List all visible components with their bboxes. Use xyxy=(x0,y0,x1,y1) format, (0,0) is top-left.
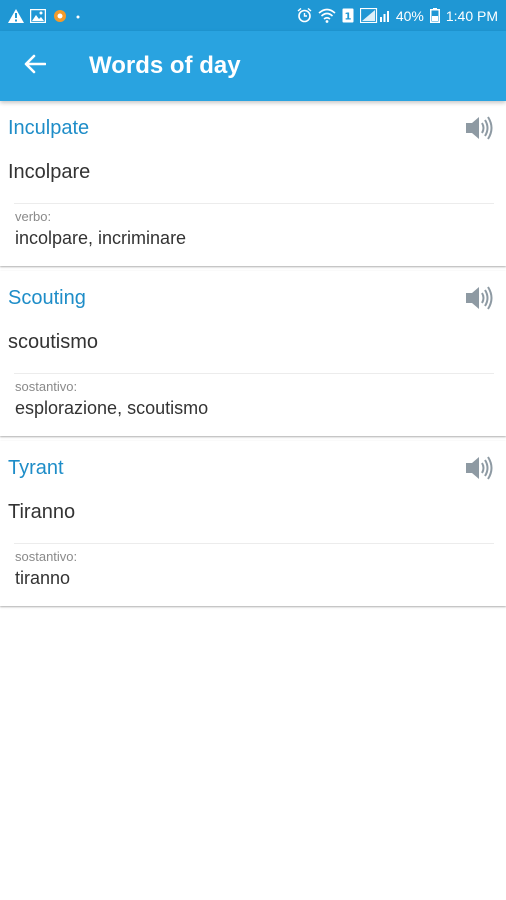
word-title: Tyrant xyxy=(8,457,64,479)
svg-text:1: 1 xyxy=(344,12,351,23)
warning-icon xyxy=(8,8,24,23)
part-of-speech: verbo: xyxy=(15,209,52,224)
page-title: Words of day xyxy=(89,52,241,79)
speaker-icon xyxy=(464,286,494,315)
divider xyxy=(14,543,494,544)
word-translation: scoutismo xyxy=(8,331,99,353)
part-of-speech: sostantivo: xyxy=(15,549,78,564)
word-card[interactable]: Tyrant Tiranno sostantivo: tiranno xyxy=(0,441,506,606)
status-right: 1 40% 1:40 PM xyxy=(297,8,498,24)
back-button[interactable] xyxy=(0,31,70,101)
word-translation: Incolpare xyxy=(8,161,91,183)
word-translation: Tiranno xyxy=(8,501,76,523)
status-bar: 1 40% 1:40 PM xyxy=(0,0,506,31)
app-bar: Words of day xyxy=(0,31,506,101)
image-icon xyxy=(30,8,46,23)
battery-icon xyxy=(429,8,440,23)
battery-percent: 40% xyxy=(395,7,424,24)
speaker-button[interactable] xyxy=(464,115,494,141)
part-of-speech: sostantivo: xyxy=(15,379,78,394)
divider xyxy=(14,373,494,374)
word-list: Inculpate Incolpare verbo: incolpare, in… xyxy=(0,101,506,606)
word-card[interactable]: Inculpate Incolpare verbo: incolpare, in… xyxy=(0,101,506,266)
divider xyxy=(14,203,494,204)
word-title: Scouting xyxy=(8,287,86,309)
clock: 1:40 PM xyxy=(445,7,498,24)
word-title: Inculpate xyxy=(8,117,90,139)
word-meanings: incolpare, incriminare xyxy=(15,228,187,248)
wifi-icon xyxy=(318,8,336,23)
word-meanings: esplorazione, scoutismo xyxy=(15,398,209,418)
app-notification-icon xyxy=(52,9,68,23)
speaker-icon xyxy=(464,456,494,485)
speaker-button[interactable] xyxy=(464,285,494,311)
signal-icon xyxy=(359,8,390,23)
sim-icon: 1 xyxy=(342,8,354,23)
dot-icon xyxy=(74,9,82,23)
word-card[interactable]: Scouting scoutismo sostantivo: esplorazi… xyxy=(0,271,506,436)
arrow-left-icon xyxy=(24,54,47,79)
speaker-button[interactable] xyxy=(464,455,494,481)
status-left-icons xyxy=(8,8,82,23)
alarm-icon xyxy=(297,8,312,23)
speaker-icon xyxy=(464,116,494,145)
word-meanings: tiranno xyxy=(15,568,71,588)
